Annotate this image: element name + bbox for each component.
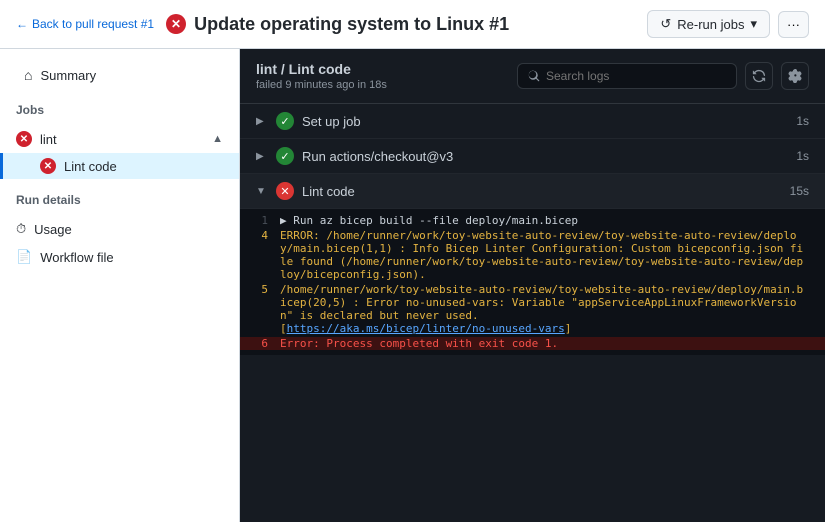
search-input[interactable] <box>546 69 726 83</box>
workflow-file-label: Workflow file <box>40 250 113 265</box>
line-number: 5 <box>240 283 280 335</box>
rerun-icon: ↺ <box>660 16 671 32</box>
step-name: Set up job <box>302 114 788 129</box>
step-chevron-icon: ▶ <box>256 151 268 162</box>
linter-link[interactable]: https://aka.ms/bicep/linter/no-unused-va… <box>287 322 565 335</box>
log-lines: 1 ▶ Run az bicep build --file deploy/mai… <box>240 209 825 355</box>
line-content: ERROR: /home/runner/work/toy-website-aut… <box>280 229 825 281</box>
step-setup-job[interactable]: ▶ ✓ Set up job 1s <box>240 104 825 139</box>
rerun-chevron-icon: ▾ <box>750 16 757 32</box>
job-error-icon: ✕ <box>16 131 32 147</box>
log-header: lint / Lint code failed 9 minutes ago in… <box>240 49 825 104</box>
run-details-header: Run details <box>0 187 239 213</box>
back-arrow-icon: ← <box>16 17 28 31</box>
rerun-label: Re-run jobs <box>677 17 744 32</box>
sidebar-jobs-section: Jobs ✕ lint ▲ ✕ Lint code <box>0 97 239 179</box>
log-line-error: 6 Error: Process completed with exit cod… <box>240 336 825 351</box>
workflow-file-icon: 📄 <box>16 249 32 265</box>
sidebar-sub-job-lint-code[interactable]: ✕ Lint code <box>0 153 239 179</box>
step-name: Lint code <box>302 184 782 199</box>
refresh-icon <box>752 69 766 83</box>
log-header-left: lint / Lint code failed 9 minutes ago in… <box>256 61 387 91</box>
sidebar-job-lint-left: ✕ lint <box>16 131 57 147</box>
log-subtitle: failed 9 minutes ago in 18s <box>256 79 387 91</box>
line-content: /home/runner/work/toy-website-auto-revie… <box>280 283 825 335</box>
gear-icon <box>788 69 802 83</box>
page-title-text: Update operating system to Linux #1 <box>194 14 509 35</box>
rerun-button[interactable]: ↺ Re-run jobs ▾ <box>647 10 770 38</box>
line-number: 6 <box>240 337 280 350</box>
back-link[interactable]: ← Back to pull request #1 <box>16 17 154 31</box>
sidebar: ⌂ Summary Jobs ✕ lint ▲ ✕ Lint code Run … <box>0 49 240 522</box>
step-name: Run actions/checkout@v3 <box>302 149 788 164</box>
page-title: ✕ Update operating system to Linux #1 <box>166 14 509 35</box>
refresh-button[interactable] <box>745 62 773 90</box>
top-bar-left: ← Back to pull request #1 ✕ Update opera… <box>16 14 509 35</box>
step-success-icon: ✓ <box>276 147 294 165</box>
usage-label: Usage <box>34 222 72 237</box>
sidebar-job-lint[interactable]: ✕ lint ▲ <box>0 125 239 153</box>
log-header-right <box>517 62 809 90</box>
step-time: 15s <box>790 184 809 198</box>
log-line: 1 ▶ Run az bicep build --file deploy/mai… <box>240 213 825 228</box>
search-box[interactable] <box>517 63 737 89</box>
main-content: lint / Lint code failed 9 minutes ago in… <box>240 49 825 522</box>
summary-label: Summary <box>40 68 96 83</box>
chevron-up-icon: ▲ <box>212 133 223 145</box>
top-bar: ← Back to pull request #1 ✕ Update opera… <box>0 0 825 49</box>
layout: ⌂ Summary Jobs ✕ lint ▲ ✕ Lint code Run … <box>0 49 825 522</box>
sub-job-error-icon: ✕ <box>40 158 56 174</box>
line-content: ▶ Run az bicep build --file deploy/main.… <box>280 214 825 227</box>
usage-icon: ⏱ <box>16 221 26 237</box>
step-chevron-icon: ▼ <box>256 186 268 197</box>
log-body: ▶ ✓ Set up job 1s ▶ ✓ Run actions/checko… <box>240 104 825 522</box>
step-checkout[interactable]: ▶ ✓ Run actions/checkout@v3 1s <box>240 139 825 174</box>
top-bar-right: ↺ Re-run jobs ▾ ··· <box>647 10 809 38</box>
settings-button[interactable] <box>781 62 809 90</box>
step-chevron-icon: ▶ <box>256 116 268 127</box>
line-number: 1 <box>240 214 280 227</box>
sidebar-item-summary[interactable]: ⌂ Summary <box>8 61 231 89</box>
sidebar-summary-section: ⌂ Summary <box>0 61 239 89</box>
home-icon: ⌂ <box>24 67 32 83</box>
sub-job-name-label: Lint code <box>64 159 117 174</box>
step-lint-code[interactable]: ▼ ✕ Lint code 15s <box>240 174 825 209</box>
more-dots-icon: ··· <box>787 17 800 32</box>
search-icon <box>528 70 540 82</box>
step-success-icon: ✓ <box>276 112 294 130</box>
jobs-header: Jobs <box>0 97 239 123</box>
sidebar-run-details-section: Run details ⏱ Usage 📄 Workflow file <box>0 187 239 271</box>
step-time: 1s <box>796 114 809 128</box>
log-line: 4 ERROR: /home/runner/work/toy-website-a… <box>240 228 825 282</box>
step-time: 1s <box>796 149 809 163</box>
job-name-label: lint <box>40 132 57 147</box>
sidebar-item-workflow-file[interactable]: 📄 Workflow file <box>0 243 239 271</box>
line-number: 4 <box>240 229 280 281</box>
log-line: 5 /home/runner/work/toy-website-auto-rev… <box>240 282 825 336</box>
sidebar-item-usage[interactable]: ⏱ Usage <box>0 215 239 243</box>
back-link-label: Back to pull request #1 <box>32 17 154 31</box>
log-title: lint / Lint code <box>256 61 387 77</box>
title-error-icon: ✕ <box>166 14 186 34</box>
more-options-button[interactable]: ··· <box>778 11 809 38</box>
step-error-icon: ✕ <box>276 182 294 200</box>
line-content-error: Error: Process completed with exit code … <box>280 337 825 350</box>
